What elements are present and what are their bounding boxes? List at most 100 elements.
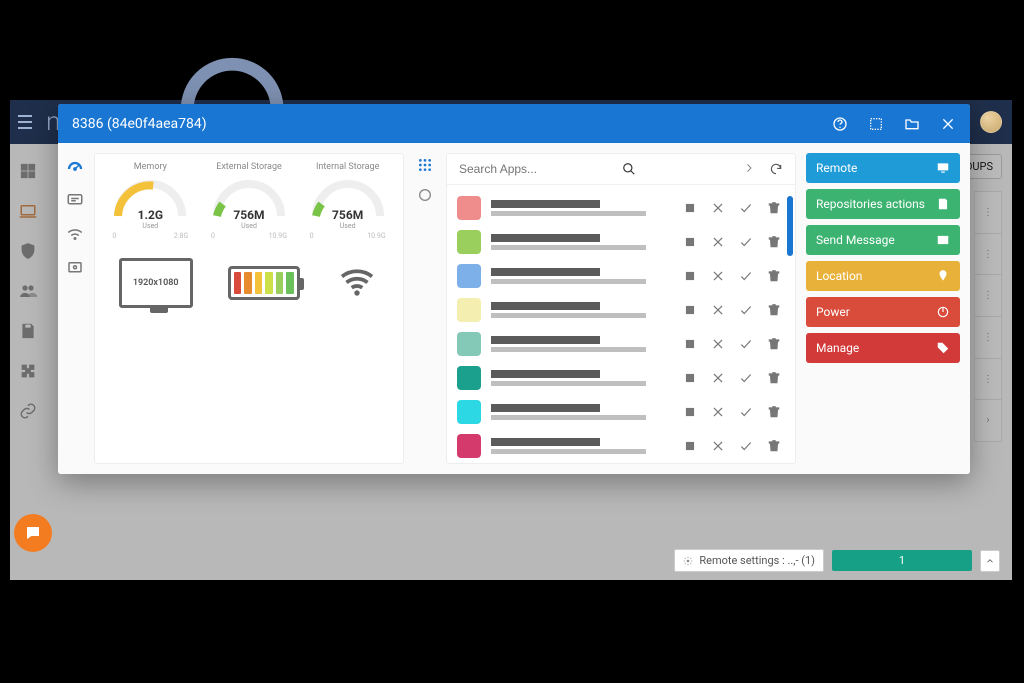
refresh-icon[interactable] [769, 162, 783, 176]
app-color-icon [457, 332, 481, 356]
pin-icon [936, 269, 950, 283]
close-icon[interactable] [711, 337, 725, 351]
close-icon[interactable] [711, 439, 725, 453]
footer-collapse[interactable] [980, 550, 1000, 572]
footer-bar: Remote settings : ..,- (1) 1 [674, 549, 1000, 572]
check-icon[interactable] [739, 337, 753, 351]
action-manage[interactable]: Manage [806, 333, 960, 363]
check-icon[interactable] [739, 235, 753, 249]
action-send-message[interactable]: Send Message [806, 225, 960, 255]
app-name-placeholder [491, 302, 673, 318]
check-icon[interactable] [739, 269, 753, 283]
footer-count[interactable]: 1 [832, 550, 972, 571]
app-color-icon [457, 366, 481, 390]
trash-icon[interactable] [767, 269, 781, 283]
stop-icon[interactable] [683, 235, 697, 249]
stop-icon[interactable] [683, 269, 697, 283]
app-row[interactable] [457, 293, 795, 327]
grid-icon[interactable] [417, 157, 433, 173]
gear-icon [683, 556, 693, 566]
close-icon[interactable] [711, 269, 725, 283]
save-icon [936, 197, 950, 211]
action-power[interactable]: Power [806, 297, 960, 327]
modal-sidebar [58, 143, 92, 474]
stop-icon[interactable] [683, 303, 697, 317]
app-name-placeholder [491, 370, 673, 386]
device-modal: 8386 (84e0f4aea784) [58, 104, 970, 474]
trash-icon[interactable] [767, 405, 781, 419]
search-icon[interactable] [622, 162, 636, 176]
apps-search-input[interactable] [459, 162, 614, 176]
check-icon[interactable] [739, 371, 753, 385]
check-icon[interactable] [739, 303, 753, 317]
app-row[interactable] [457, 191, 795, 225]
footer-settings[interactable]: Remote settings : ..,- (1) [674, 549, 824, 572]
gauge-external: External Storage 756M Used 010.9G [201, 162, 297, 240]
chat-button[interactable] [14, 514, 52, 552]
app-color-icon [457, 400, 481, 424]
action-buttons: Remote Repositories actions Send Message Lo… [802, 143, 970, 474]
view-toggle [410, 143, 440, 474]
action-remote[interactable]: Remote [806, 153, 960, 183]
app-color-icon [457, 230, 481, 254]
app-row[interactable] [457, 361, 795, 395]
app-row[interactable] [457, 429, 795, 463]
loop-icon[interactable] [417, 187, 433, 203]
mail-icon [936, 233, 950, 247]
apps-scrollbar[interactable] [787, 196, 793, 455]
help-icon[interactable] [832, 116, 848, 132]
close-icon[interactable] [711, 303, 725, 317]
app-row[interactable] [457, 259, 795, 293]
tag-icon [936, 341, 950, 355]
close-icon[interactable] [711, 235, 725, 249]
trash-icon[interactable] [767, 371, 781, 385]
app-color-icon [457, 196, 481, 220]
wifi-settings-icon[interactable] [66, 225, 84, 243]
app-row[interactable] [457, 395, 795, 429]
gauge-icon[interactable] [66, 157, 84, 175]
stop-icon[interactable] [683, 371, 697, 385]
power-icon [936, 305, 950, 319]
stats-card: Memory 1.2G Used 02.8G External Storage … [94, 153, 404, 464]
folder-icon[interactable] [904, 116, 920, 132]
select-icon[interactable] [868, 116, 884, 132]
wifi-indicator [335, 263, 379, 303]
stop-icon[interactable] [683, 201, 697, 215]
action-repositories-actions[interactable]: Repositories actions [806, 189, 960, 219]
check-icon[interactable] [739, 439, 753, 453]
stop-icon[interactable] [683, 337, 697, 351]
trash-icon[interactable] [767, 439, 781, 453]
app-name-placeholder [491, 268, 673, 284]
close-icon[interactable] [711, 405, 725, 419]
chat-icon [24, 524, 42, 542]
app-name-placeholder [491, 438, 673, 454]
stop-icon[interactable] [683, 405, 697, 419]
app-color-icon [457, 434, 481, 458]
app-window: newline OUPS ⋮⋮⋮⋮⋮› [10, 100, 1012, 580]
trash-icon[interactable] [767, 303, 781, 317]
app-name-placeholder [491, 336, 673, 352]
close-icon[interactable] [711, 201, 725, 215]
menu-icon[interactable] [14, 111, 36, 133]
chevron-right-icon[interactable] [743, 162, 755, 174]
trash-icon[interactable] [767, 235, 781, 249]
app-color-icon [457, 264, 481, 288]
close-icon[interactable] [711, 371, 725, 385]
app-row[interactable] [457, 327, 795, 361]
check-icon[interactable] [739, 405, 753, 419]
app-name-placeholder [491, 234, 673, 250]
avatar[interactable] [980, 111, 1002, 133]
trash-icon[interactable] [767, 201, 781, 215]
message-icon[interactable] [66, 191, 84, 209]
app-color-icon [457, 298, 481, 322]
modal-title: 8386 (84e0f4aea784) [72, 116, 207, 132]
trash-icon[interactable] [767, 337, 781, 351]
gauge-internal: Internal Storage 756M Used 010.9G [300, 162, 396, 240]
check-icon[interactable] [739, 201, 753, 215]
close-icon[interactable] [940, 116, 956, 132]
gauge-memory: Memory 1.2G Used 02.8G [102, 162, 198, 240]
action-location[interactable]: Location [806, 261, 960, 291]
stop-icon[interactable] [683, 439, 697, 453]
app-row[interactable] [457, 225, 795, 259]
present-icon[interactable] [66, 259, 84, 277]
